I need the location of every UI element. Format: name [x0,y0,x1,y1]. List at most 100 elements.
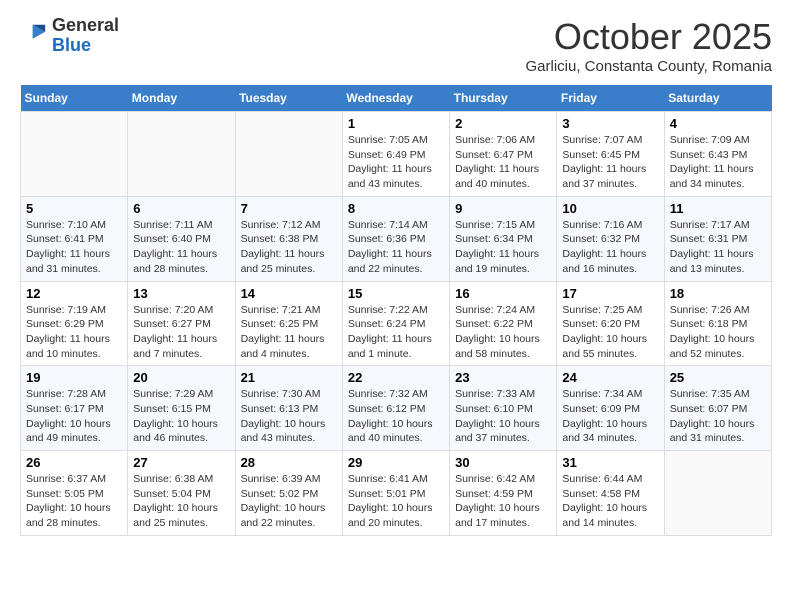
day-number: 29 [348,455,444,470]
calendar-cell: 21Sunrise: 7:30 AM Sunset: 6:13 PM Dayli… [235,366,342,451]
day-number: 15 [348,286,444,301]
day-info: Sunrise: 7:30 AM Sunset: 6:13 PM Dayligh… [241,387,337,446]
day-info: Sunrise: 6:42 AM Sunset: 4:59 PM Dayligh… [455,472,551,531]
day-number: 20 [133,370,229,385]
calendar-cell: 6 Sunrise: 7:11 AM Sunset: 6:40 PM Daylig… [128,196,235,281]
day-info: Sunrise: 7:26 AM Sunset: 6:18 PM Dayligh… [670,303,766,362]
calendar-cell: 19Sunrise: 7:28 AM Sunset: 6:17 PM Dayli… [21,366,128,451]
calendar-cell: 15 Sunrise: 7:22 AM Sunset: 6:24 PM Dayli… [342,281,449,366]
calendar-cell: 2 Sunrise: 7:06 AM Sunset: 6:47 PM Daylig… [450,112,557,197]
weekday-header-monday: Monday [128,85,235,112]
calendar-cell: 17 Sunrise: 7:25 AM Sunset: 6:20 PM Dayli… [557,281,664,366]
day-info: Sunrise: 7:09 AM Sunset: 6:43 PM Dayligh… [670,133,766,192]
day-info: Sunrise: 6:41 AM Sunset: 5:01 PM Dayligh… [348,472,444,531]
calendar-cell: 27 Sunrise: 6:38 AM Sunset: 5:04 PM Dayli… [128,451,235,536]
weekday-header-sunday: Sunday [21,85,128,112]
day-number: 13 [133,286,229,301]
day-info: Sunrise: 7:29 AM Sunset: 6:15 PM Dayligh… [133,387,229,446]
calendar-cell: 30 Sunrise: 6:42 AM Sunset: 4:59 PM Dayli… [450,451,557,536]
day-number: 12 [26,286,122,301]
calendar-cell: 13Sunrise: 7:20 AM Sunset: 6:27 PM Dayli… [128,281,235,366]
day-info: Sunrise: 7:25 AM Sunset: 6:20 PM Dayligh… [562,303,658,362]
calendar-cell [235,112,342,197]
day-number: 4 [670,116,766,131]
calendar-week-2: 5Sunrise: 7:10 AM Sunset: 6:41 PM Daylig… [21,196,772,281]
day-info: Sunrise: 6:39 AM Sunset: 5:02 PM Dayligh… [241,472,337,531]
day-number: 23 [455,370,551,385]
calendar-cell: 29 Sunrise: 6:41 AM Sunset: 5:01 PM Dayli… [342,451,449,536]
day-number: 18 [670,286,766,301]
calendar-body: 1 Sunrise: 7:05 AM Sunset: 6:49 PM Daylig… [21,112,772,536]
day-number: 26 [26,455,122,470]
weekday-header-tuesday: Tuesday [235,85,342,112]
logo-text: General Blue [52,16,119,56]
day-number: 31 [562,455,658,470]
day-number: 2 [455,116,551,131]
logo: General Blue [20,16,119,56]
day-info: Sunrise: 7:35 AM Sunset: 6:07 PM Dayligh… [670,387,766,446]
title-block: October 2025 Garliciu, Constanta County,… [525,16,772,75]
day-info: Sunrise: 6:38 AM Sunset: 5:04 PM Dayligh… [133,472,229,531]
calendar-cell: 24Sunrise: 7:34 AM Sunset: 6:09 PM Dayli… [557,366,664,451]
day-info: Sunrise: 7:24 AM Sunset: 6:22 PM Dayligh… [455,303,551,362]
weekday-header-row: SundayMondayTuesdayWednesdayThursdayFrid… [21,85,772,112]
day-number: 8 [348,201,444,216]
calendar-cell [21,112,128,197]
calendar-week-3: 12 Sunrise: 7:19 AM Sunset: 6:29 PM Dayli… [21,281,772,366]
calendar-cell: 7 Sunrise: 7:12 AM Sunset: 6:38 PM Daylig… [235,196,342,281]
weekday-header-wednesday: Wednesday [342,85,449,112]
day-number: 1 [348,116,444,131]
page-header: General Blue October 2025 Garliciu, Cons… [20,16,772,75]
day-info: Sunrise: 7:12 AM Sunset: 6:38 PM Dayligh… [241,218,337,277]
day-number: 5 [26,201,122,216]
calendar-cell [664,451,771,536]
weekday-header-friday: Friday [557,85,664,112]
calendar-cell: 4 Sunrise: 7:09 AM Sunset: 6:43 PM Daylig… [664,112,771,197]
day-number: 25 [670,370,766,385]
day-info: Sunrise: 7:16 AM Sunset: 6:32 PM Dayligh… [562,218,658,277]
weekday-header-thursday: Thursday [450,85,557,112]
calendar-cell [128,112,235,197]
day-number: 6 [133,201,229,216]
day-info: Sunrise: 7:15 AM Sunset: 6:34 PM Dayligh… [455,218,551,277]
day-number: 16 [455,286,551,301]
day-info: Sunrise: 7:11 AM Sunset: 6:40 PM Dayligh… [133,218,229,277]
day-info: Sunrise: 7:17 AM Sunset: 6:31 PM Dayligh… [670,218,766,277]
calendar-cell: 28 Sunrise: 6:39 AM Sunset: 5:02 PM Dayli… [235,451,342,536]
calendar-table: SundayMondayTuesdayWednesdayThursdayFrid… [20,85,772,536]
calendar-cell: 5Sunrise: 7:10 AM Sunset: 6:41 PM Daylig… [21,196,128,281]
day-number: 30 [455,455,551,470]
day-info: Sunrise: 7:28 AM Sunset: 6:17 PM Dayligh… [26,387,122,446]
calendar-week-5: 26 Sunrise: 6:37 AM Sunset: 5:05 PM Dayli… [21,451,772,536]
calendar-cell: 16 Sunrise: 7:24 AM Sunset: 6:22 PM Dayli… [450,281,557,366]
calendar-cell: 12 Sunrise: 7:19 AM Sunset: 6:29 PM Dayli… [21,281,128,366]
day-number: 17 [562,286,658,301]
day-number: 10 [562,201,658,216]
month-title: October 2025 [525,16,772,58]
calendar-cell: 25 Sunrise: 7:35 AM Sunset: 6:07 PM Dayli… [664,366,771,451]
calendar-cell: 3Sunrise: 7:07 AM Sunset: 6:45 PM Daylig… [557,112,664,197]
calendar-cell: 10 Sunrise: 7:16 AM Sunset: 6:32 PM Dayli… [557,196,664,281]
day-number: 7 [241,201,337,216]
calendar-cell: 14Sunrise: 7:21 AM Sunset: 6:25 PM Dayli… [235,281,342,366]
calendar-week-1: 1 Sunrise: 7:05 AM Sunset: 6:49 PM Daylig… [21,112,772,197]
day-info: Sunrise: 6:37 AM Sunset: 5:05 PM Dayligh… [26,472,122,531]
calendar-cell: 22Sunrise: 7:32 AM Sunset: 6:12 PM Dayli… [342,366,449,451]
day-info: Sunrise: 6:44 AM Sunset: 4:58 PM Dayligh… [562,472,658,531]
calendar-cell: 18 Sunrise: 7:26 AM Sunset: 6:18 PM Dayli… [664,281,771,366]
day-number: 28 [241,455,337,470]
day-info: Sunrise: 7:33 AM Sunset: 6:10 PM Dayligh… [455,387,551,446]
day-info: Sunrise: 7:19 AM Sunset: 6:29 PM Dayligh… [26,303,122,362]
day-info: Sunrise: 7:05 AM Sunset: 6:49 PM Dayligh… [348,133,444,192]
day-number: 11 [670,201,766,216]
day-number: 22 [348,370,444,385]
calendar-cell: 9Sunrise: 7:15 AM Sunset: 6:34 PM Daylig… [450,196,557,281]
day-number: 24 [562,370,658,385]
day-info: Sunrise: 7:22 AM Sunset: 6:24 PM Dayligh… [348,303,444,362]
calendar-cell: 11 Sunrise: 7:17 AM Sunset: 6:31 PM Dayli… [664,196,771,281]
calendar-cell: 31 Sunrise: 6:44 AM Sunset: 4:58 PM Dayli… [557,451,664,536]
logo-blue-text: Blue [52,36,119,56]
day-number: 27 [133,455,229,470]
day-info: Sunrise: 7:21 AM Sunset: 6:25 PM Dayligh… [241,303,337,362]
day-info: Sunrise: 7:06 AM Sunset: 6:47 PM Dayligh… [455,133,551,192]
